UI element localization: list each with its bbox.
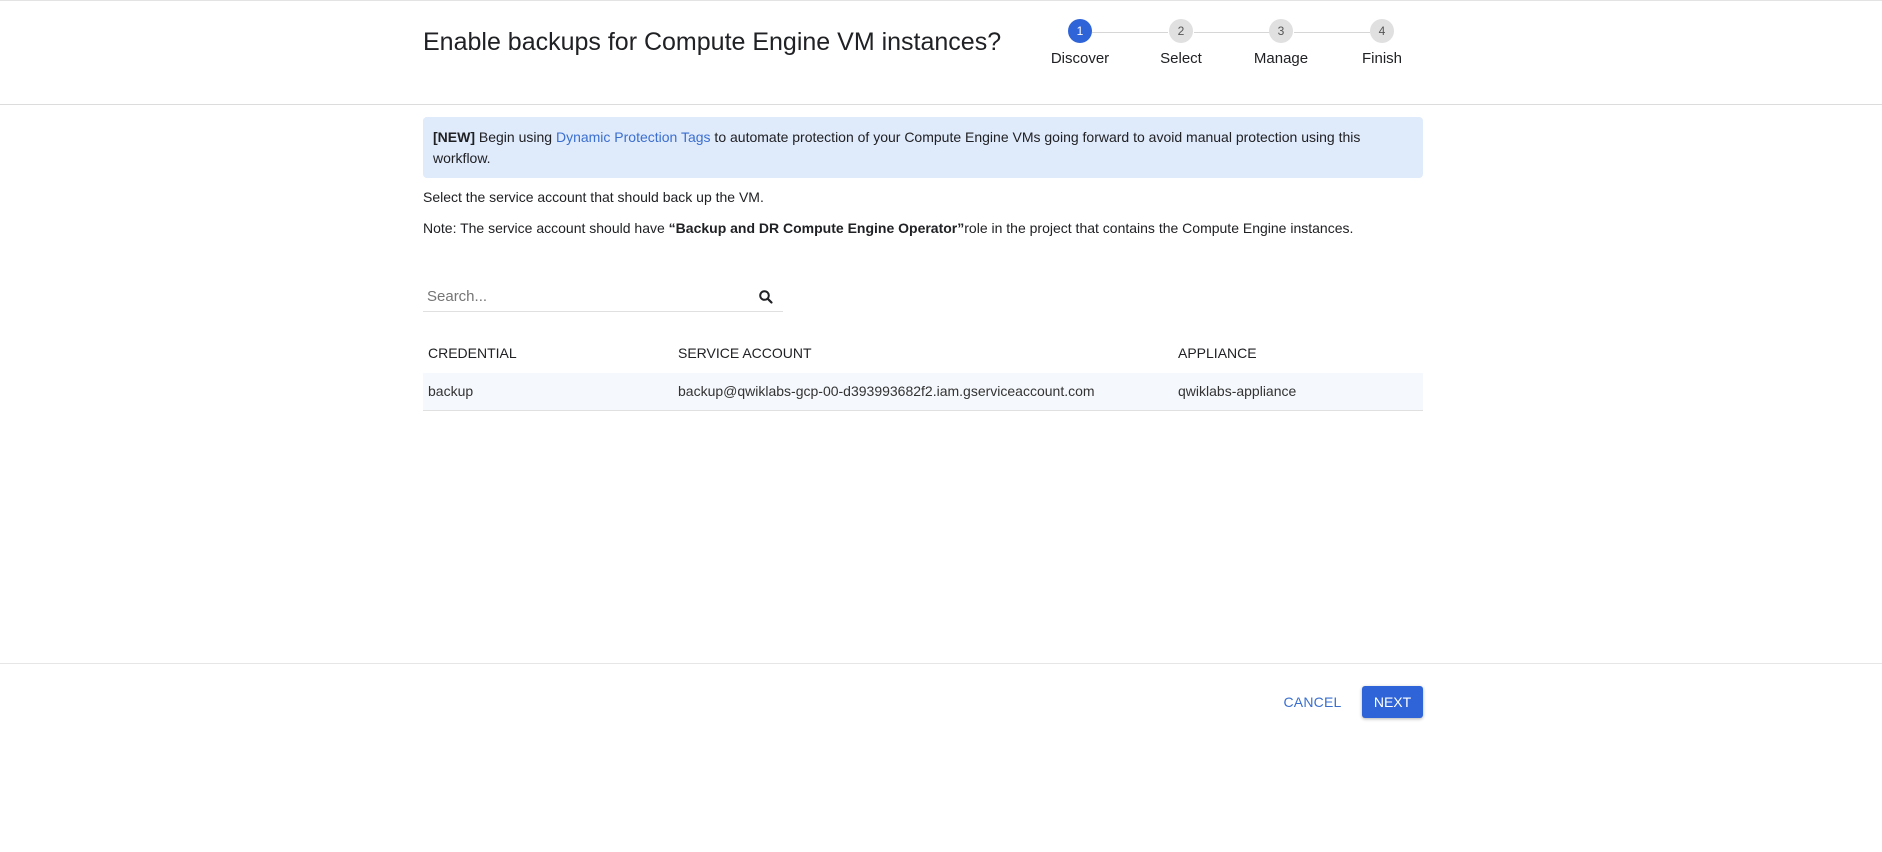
- dynamic-protection-tags-link[interactable]: Dynamic Protection Tags: [556, 129, 711, 145]
- search-box: [423, 282, 783, 312]
- table-header: CREDENTIAL SERVICE ACCOUNT APPLIANCE: [423, 335, 1423, 373]
- step-number: 2: [1169, 19, 1193, 43]
- banner-text: Begin using: [475, 129, 556, 145]
- column-header-service-account[interactable]: SERVICE ACCOUNT: [678, 345, 812, 361]
- step-label: Select: [1160, 50, 1202, 67]
- step-number: 4: [1370, 19, 1394, 43]
- cell-service-account: backup@qwiklabs-gcp-00-d393993682f2.iam.…: [678, 383, 1095, 399]
- step-label: Finish: [1361, 50, 1402, 67]
- cancel-button[interactable]: CANCEL: [1275, 686, 1350, 718]
- cell-appliance: qwiklabs-appliance: [1178, 383, 1297, 399]
- select-instruction: Select the service account that should b…: [423, 189, 764, 205]
- table-row[interactable]: backup backup@qwiklabs-gcp-00-d393993682…: [423, 373, 1423, 411]
- wizard-page: Enable backups for Compute Engine VM ins…: [0, 0, 1882, 852]
- footer-divider: [0, 663, 1882, 664]
- search-icon[interactable]: [758, 289, 774, 305]
- stepper: 1 Discover 2 Select 3 Manage 4 Finish: [1030, 19, 1402, 79]
- column-header-appliance[interactable]: APPLIANCE: [1178, 345, 1257, 361]
- role-note: Note: The service account should have “B…: [423, 220, 1353, 236]
- step-discover: 1 Discover: [1030, 19, 1130, 67]
- wizard-header: Enable backups for Compute Engine VM ins…: [0, 0, 1882, 105]
- step-manage: 3 Manage: [1231, 19, 1331, 67]
- note-role: “Backup and DR Compute Engine Operator”: [668, 220, 965, 236]
- step-select: 2 Select: [1131, 19, 1231, 67]
- step-label: Discover: [1050, 50, 1110, 67]
- note-prefix: Note: The service account should have: [423, 220, 669, 236]
- step-number: 1: [1068, 19, 1092, 43]
- step-finish: 4 Finish: [1332, 19, 1432, 67]
- note-suffix: role in the project that contains the Co…: [964, 220, 1354, 236]
- service-account-table: CREDENTIAL SERVICE ACCOUNT APPLIANCE bac…: [423, 335, 1423, 411]
- column-header-credential[interactable]: CREDENTIAL: [428, 345, 517, 361]
- step-number: 3: [1269, 19, 1293, 43]
- info-banner: [NEW] Begin using Dynamic Protection Tag…: [423, 117, 1423, 178]
- step-label: Manage: [1253, 50, 1309, 67]
- page-title: Enable backups for Compute Engine VM ins…: [423, 28, 1002, 56]
- cell-credential: backup: [428, 383, 474, 399]
- search-input[interactable]: [423, 282, 751, 310]
- next-button[interactable]: NEXT: [1362, 686, 1423, 718]
- banner-new-tag: [NEW]: [433, 129, 475, 145]
